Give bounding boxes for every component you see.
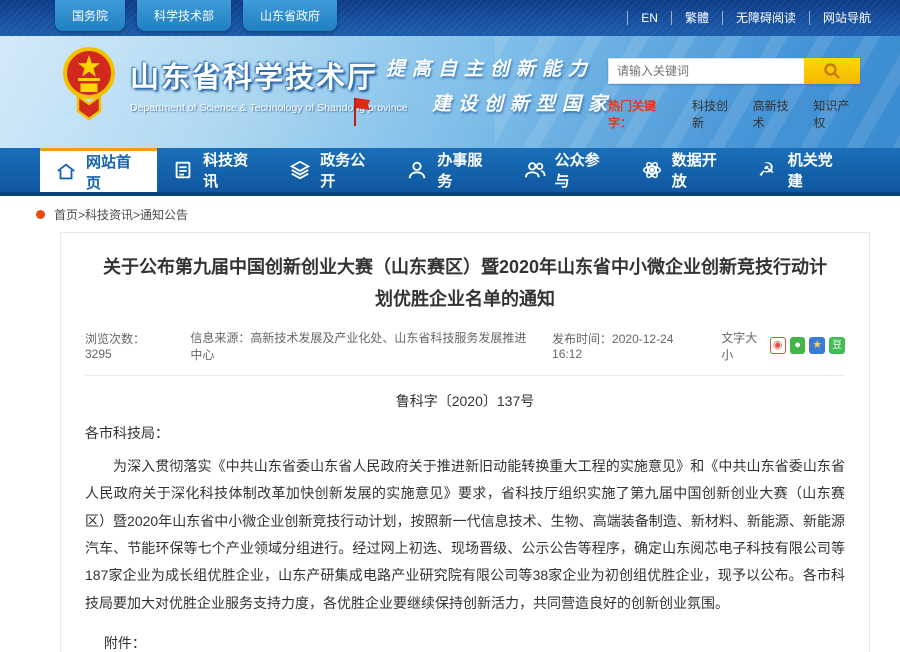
nav-item-gov-affairs[interactable]: 政务公开 <box>274 148 391 192</box>
main-nav: 网站首页 科技资讯 政务公开 办事服务 公众参与 <box>0 148 900 196</box>
national-emblem-icon <box>62 45 116 123</box>
search-area: 热门关键字： 科技创新 高新技术 知识产权 <box>608 58 860 131</box>
article-card: 关于公布第九届中国创新创业大赛（山东赛区）暨2020年山东省中小微企业创新竞技行… <box>60 232 870 652</box>
top-bar: 国务院 科学技术部 山东省政府 EN 繁體 无障碍阅读 网站导航 <box>0 0 900 36</box>
home-icon <box>55 161 77 183</box>
layers-icon <box>289 159 311 181</box>
gov-site-tabs: 国务院 科学技术部 山东省政府 <box>55 0 337 31</box>
site-header: 山东省科学技术厅 Department of Science & Technol… <box>0 36 900 148</box>
flag-icon <box>352 96 372 126</box>
atom-icon <box>641 159 663 181</box>
publish-time: 发布时间：2020-12-24 16:12 <box>552 330 697 361</box>
article-content: 各市科技局： 为深入贯彻落实《中共山东省委山东省人民政府关于推进新旧动能转换重大… <box>85 420 845 652</box>
article-meta: 浏览次数：3295 信息来源：高新技术发展及产业化处、山东省科技服务发展推进中心… <box>85 329 845 376</box>
hot-keywords-label: 热门关键字： <box>608 97 678 131</box>
nav-item-party-building[interactable]: ☭ 机关党建 <box>743 148 860 192</box>
slogan-line-2: 建设创新型国家 <box>432 89 614 116</box>
views-count: 浏览次数：3295 <box>85 330 166 361</box>
nav-item-news[interactable]: 科技资讯 <box>157 148 274 192</box>
utility-links: EN 繁體 无障碍阅读 网站导航 <box>627 0 884 36</box>
link-sitemap[interactable]: 网站导航 <box>809 11 884 25</box>
nav-item-participation[interactable]: 公众参与 <box>509 148 626 192</box>
hot-keyword-ip[interactable]: 知识产权 <box>813 97 860 131</box>
body-paragraph: 为深入贯彻落实《中共山东省委山东省人民政府关于推进新旧动能转换重大工程的实施意见… <box>85 453 845 617</box>
qzone-icon[interactable]: ★ <box>809 337 825 354</box>
hot-keywords-row: 热门关键字： 科技创新 高新技术 知识产权 <box>608 97 860 131</box>
hot-keyword-hightech[interactable]: 高新技术 <box>753 97 800 131</box>
tab-ministry-of-science[interactable]: 科学技术部 <box>137 0 231 31</box>
nav-item-services[interactable]: 办事服务 <box>391 148 508 192</box>
weibo-icon[interactable]: ◉ <box>770 337 786 354</box>
breadcrumb: 首页>科技资讯>通知公告 <box>36 206 900 223</box>
nav-item-label: 办事服务 <box>437 149 493 191</box>
tab-state-council[interactable]: 国务院 <box>55 0 125 31</box>
nav-item-label: 网站首页 <box>86 151 142 193</box>
nav-item-label: 机关党建 <box>788 149 845 191</box>
search-button[interactable] <box>804 58 860 84</box>
search-input[interactable] <box>608 58 804 84</box>
document-number: 鲁科字〔2020〕137号 <box>85 391 845 411</box>
news-icon <box>172 159 194 181</box>
search-icon <box>823 62 841 80</box>
wechat-icon[interactable]: ● <box>790 337 806 354</box>
douban-icon[interactable]: 豆 <box>829 337 845 354</box>
publish-label: 发布时间： <box>552 332 612 346</box>
party-emblem-icon: ☭ <box>758 159 779 181</box>
nav-item-label: 公众参与 <box>555 149 611 191</box>
salutation: 各市科技局： <box>85 420 845 447</box>
breadcrumb-text[interactable]: 首页>科技资讯>通知公告 <box>54 206 188 223</box>
article-title: 关于公布第九届中国创新创业大赛（山东赛区）暨2020年山东省中小微企业创新竞技行… <box>97 251 833 316</box>
link-accessibility[interactable]: 无障碍阅读 <box>722 11 809 25</box>
hot-keyword-innovation[interactable]: 科技创新 <box>692 97 739 131</box>
nav-item-open-data[interactable]: 数据开放 <box>626 148 743 192</box>
service-person-icon <box>406 159 428 181</box>
nav-item-label: 政务公开 <box>320 149 376 191</box>
tab-shandong-gov[interactable]: 山东省政府 <box>243 0 337 31</box>
header-slogan: 提高自主创新能力 建设创新型国家 <box>386 54 614 116</box>
source-label: 信息来源： <box>190 331 250 345</box>
org-title: 山东省科学技术厅 <box>130 54 408 96</box>
participation-people-icon <box>524 159 546 181</box>
nav-item-home[interactable]: 网站首页 <box>40 148 157 192</box>
nav-item-label: 科技资讯 <box>203 149 259 191</box>
attachment-label: 附件： <box>85 630 845 652</box>
views-label: 浏览次数： <box>85 332 145 346</box>
bullet-dot-icon <box>36 210 45 219</box>
nav-item-label: 数据开放 <box>672 149 728 191</box>
font-size-label[interactable]: 文字大小 <box>721 329 766 363</box>
link-english[interactable]: EN <box>627 11 671 25</box>
slogan-line-1: 提高自主创新能力 <box>386 54 614 81</box>
link-traditional-chinese[interactable]: 繁體 <box>671 11 722 25</box>
views-value: 3295 <box>85 347 112 361</box>
share-bar: 文字大小 ◉ ● ★ 豆 <box>721 329 845 363</box>
info-source: 信息来源：高新技术发展及产业化处、山东省科技服务发展推进中心 <box>190 329 528 363</box>
